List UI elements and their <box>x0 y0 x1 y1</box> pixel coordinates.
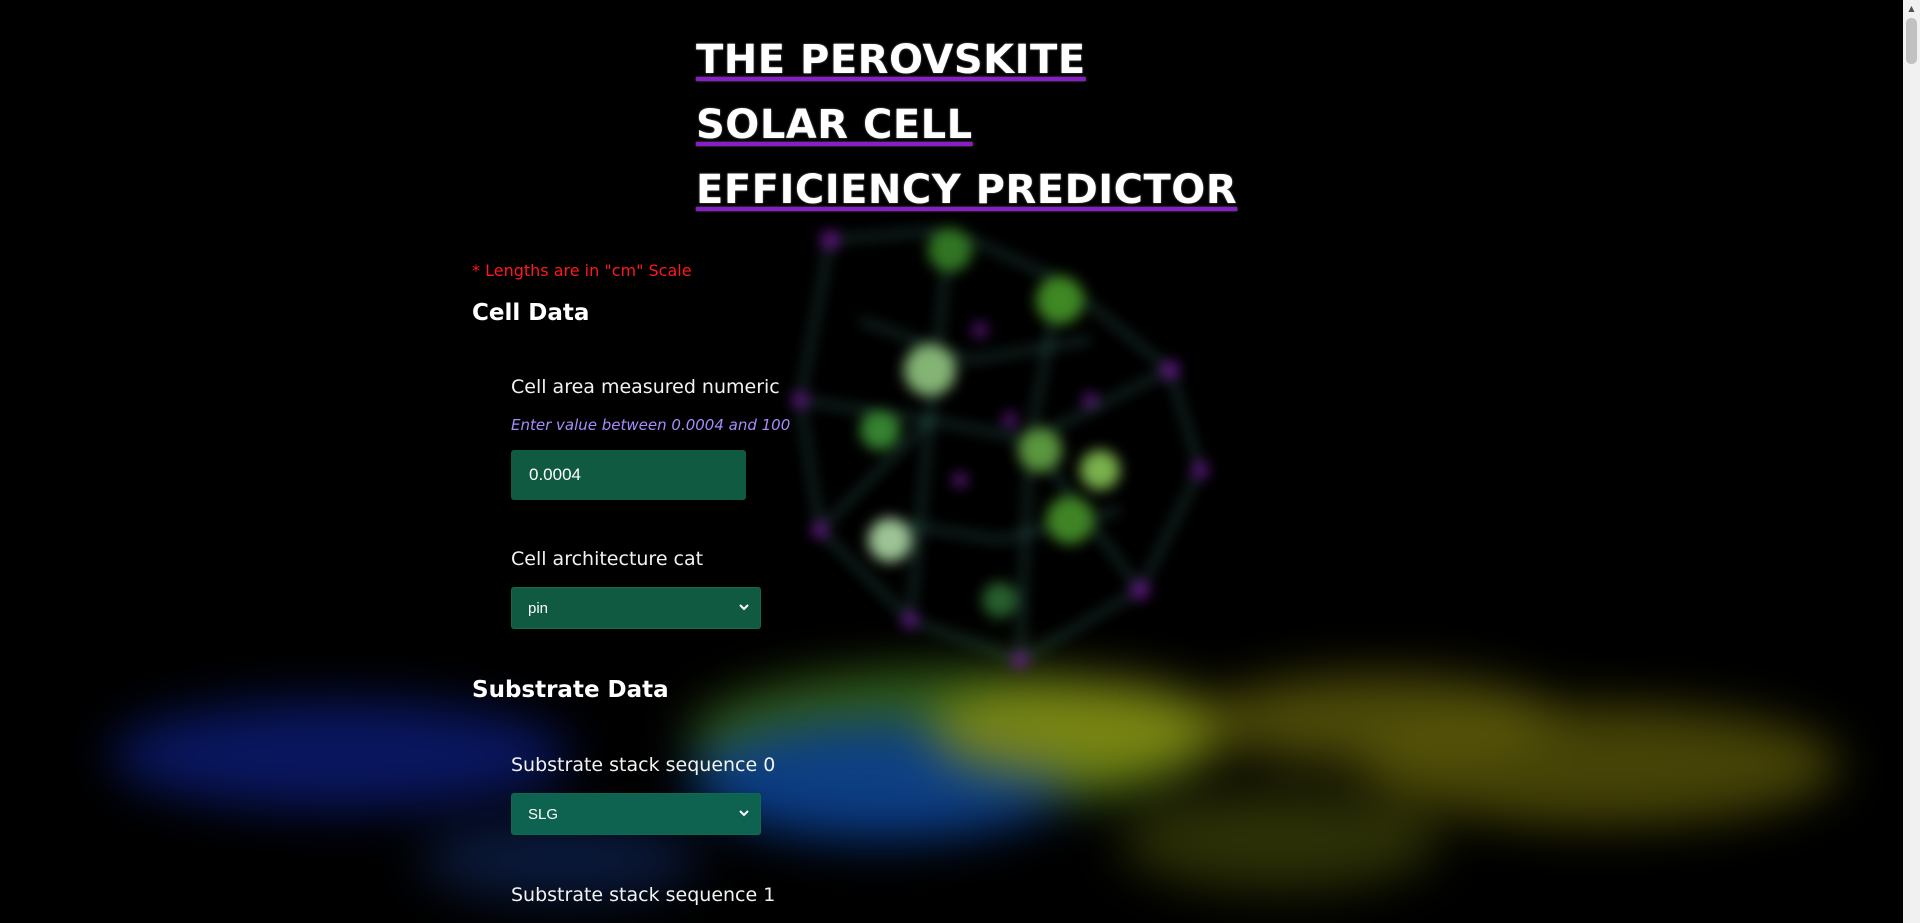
substrate-stack-0-select[interactable]: SLG <box>511 793 761 835</box>
cell-architecture-select-value: pin <box>528 600 549 617</box>
page-title-line-2: SOLAR CELL <box>696 102 973 148</box>
chevron-down-icon <box>739 810 749 817</box>
chevron-down-icon <box>739 604 749 611</box>
units-note: * Lengths are in "cm" Scale <box>472 261 692 280</box>
cell-area-input[interactable] <box>511 450 746 500</box>
cell-architecture-select[interactable]: pin <box>511 587 761 629</box>
page-title-line-1: THE PEROVSKITE <box>696 37 1086 83</box>
cell-area-hint: Enter value between 0.0004 and 100 <box>511 416 791 434</box>
substrate-stack-1-label: Substrate stack sequence 1 <box>511 884 776 906</box>
page-title: THE PEROVSKITE SOLAR CELL EFFICIENCY PRE… <box>696 28 1237 223</box>
cell-area-label: Cell area measured numeric <box>511 376 780 398</box>
cell-architecture-label: Cell architecture cat <box>511 548 704 570</box>
page-title-line-3: EFFICIENCY PREDICTOR <box>696 167 1238 213</box>
vertical-scrollbar[interactable]: ▲ <box>1903 0 1920 923</box>
section-title-cell-data: Cell Data <box>472 300 590 326</box>
section-title-substrate-data: Substrate Data <box>472 677 669 703</box>
substrate-stack-0-select-value: SLG <box>528 806 559 823</box>
scrollbar-thumb[interactable] <box>1906 18 1917 64</box>
page: THE PEROVSKITE SOLAR CELL EFFICIENCY PRE… <box>0 0 1920 923</box>
triangle-up-icon[interactable]: ▲ <box>1903 0 1920 17</box>
main-content: THE PEROVSKITE SOLAR CELL EFFICIENCY PRE… <box>0 0 1903 923</box>
substrate-stack-0-label: Substrate stack sequence 0 <box>511 754 776 776</box>
